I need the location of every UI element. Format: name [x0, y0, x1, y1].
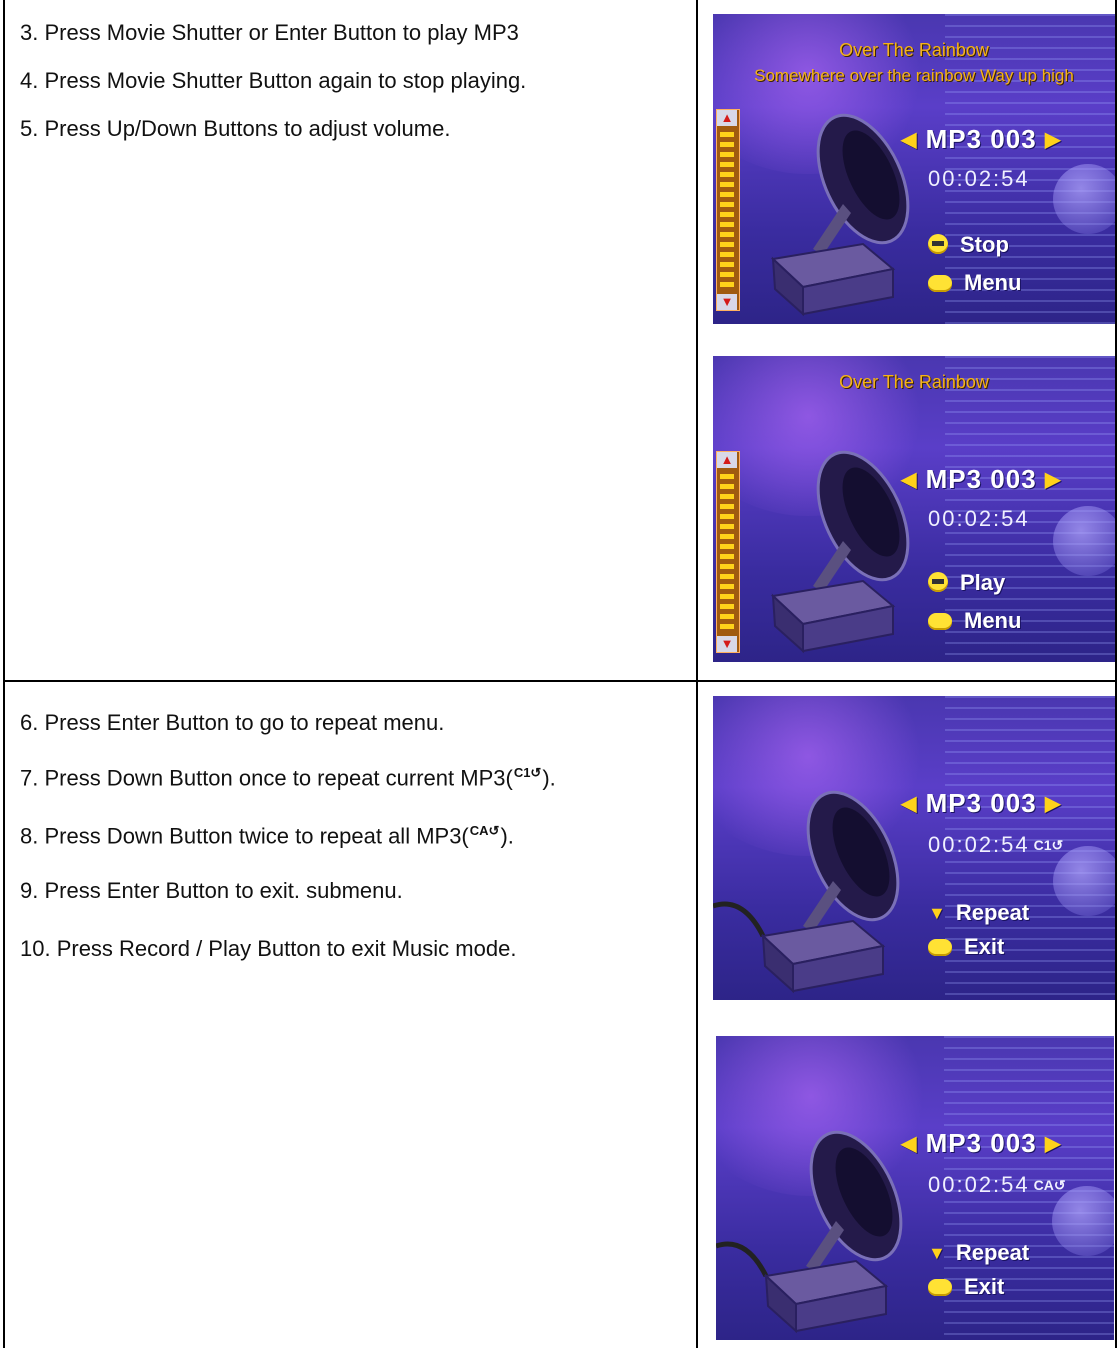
step-7-text-b: ).	[542, 765, 556, 791]
time-label: 00:02:54	[928, 832, 1030, 857]
track-name: ◀ MP3 003 ▶	[901, 124, 1061, 155]
exit-hint: Exit	[928, 1274, 1004, 1300]
play-time: 00:02:54	[928, 506, 1034, 532]
enter-button-icon	[928, 275, 952, 292]
stop-hint: Stop	[928, 232, 1009, 258]
next-track-icon[interactable]: ▶	[1045, 129, 1061, 151]
track-name: ◀ MP3 003 ▶	[901, 788, 1061, 819]
play-hint: Play	[928, 570, 1005, 596]
step-8-text-b: ).	[500, 823, 514, 849]
hint-label: Menu	[964, 608, 1022, 633]
song-title: Over The Rainbow	[839, 372, 989, 392]
gramophone-icon	[770, 450, 910, 654]
repeat-hint: ▼ Repeat	[928, 1240, 1029, 1266]
time-label: 00:02:54	[928, 506, 1030, 531]
down-triangle-icon: ▼	[928, 903, 946, 923]
step-6-text: 6. Press Enter Button to go to repeat me…	[20, 710, 445, 735]
table-left-border	[3, 0, 5, 1348]
mp3-screen-playing: Over The Rainbow Somewhere over the rain…	[713, 14, 1115, 324]
gramophone-icon	[713, 790, 900, 994]
volume-up-icon: ▲	[717, 452, 737, 468]
enter-button-icon	[928, 613, 952, 630]
play-time: 00:02:54 CA↺	[928, 1172, 1066, 1198]
hint-label: Play	[960, 570, 1006, 595]
shutter-button-icon	[928, 234, 948, 254]
gramophone-icon	[770, 113, 910, 317]
step-4-text: 4. Press Movie Shutter Button again to s…	[20, 68, 527, 93]
next-track-icon[interactable]: ▶	[1045, 1133, 1061, 1155]
prev-track-icon[interactable]: ◀	[901, 129, 917, 151]
step-8-text-a: 8. Press Down Button twice to repeat all…	[20, 823, 469, 849]
repeat-one-icon: C1↺	[1033, 837, 1064, 853]
menu-hint: Menu	[928, 270, 1021, 296]
next-track-icon[interactable]: ▶	[1045, 469, 1061, 491]
gramophone-icon	[716, 1130, 903, 1334]
shutter-button-icon	[928, 572, 948, 592]
time-label: 00:02:54	[928, 1172, 1030, 1197]
step-10-text: 10. Press Record / Play Button to exit M…	[20, 936, 517, 961]
enter-button-icon	[928, 1279, 952, 1296]
track-label: MP3 003	[925, 464, 1037, 494]
volume-down-icon: ▼	[717, 294, 737, 310]
step-3-text: 3. Press Movie Shutter or Enter Button t…	[20, 20, 519, 45]
time-label: 00:02:54	[928, 166, 1030, 191]
volume-up-icon: ▲	[717, 110, 737, 126]
enter-button-icon	[928, 939, 952, 956]
hint-label: Exit	[964, 1274, 1005, 1299]
table-row-divider	[3, 680, 1117, 682]
track-label: MP3 003	[925, 124, 1037, 154]
track-label: MP3 003	[925, 788, 1037, 818]
play-time: 00:02:54	[928, 166, 1034, 192]
step-8-text: 8. Press Down Button twice to repeat all…	[20, 818, 514, 849]
repeat-all-icon: CA↺	[469, 823, 500, 838]
next-track-icon[interactable]: ▶	[1045, 793, 1061, 815]
prev-track-icon[interactable]: ◀	[901, 469, 917, 491]
prev-track-icon[interactable]: ◀	[901, 793, 917, 815]
play-time: 00:02:54 C1↺	[928, 832, 1063, 858]
step-7-text-a: 7. Press Down Button once to repeat curr…	[20, 765, 513, 791]
hint-label: Stop	[960, 232, 1009, 257]
hint-label: Repeat	[955, 1240, 1030, 1265]
exit-hint: Exit	[928, 934, 1004, 960]
repeat-hint: ▼ Repeat	[928, 900, 1029, 926]
volume-bar: ▲ ▼	[716, 109, 740, 311]
repeat-one-icon: C1↺	[513, 765, 542, 780]
track-label: MP3 003	[925, 1128, 1037, 1158]
hint-label: Menu	[964, 270, 1022, 295]
track-name: ◀ MP3 003 ▶	[901, 464, 1061, 495]
step-5-text: 5. Press Up/Down Buttons to adjust volum…	[20, 116, 451, 141]
mp3-screen-repeat-one: ◀ MP3 003 ▶ 00:02:54 C1↺ ▼ Repeat Exit	[713, 696, 1115, 1000]
hint-label: Repeat	[955, 900, 1030, 925]
menu-hint: Menu	[928, 608, 1021, 634]
repeat-all-icon: CA↺	[1033, 1177, 1066, 1193]
volume-down-icon: ▼	[717, 636, 737, 652]
down-triangle-icon: ▼	[928, 1243, 946, 1263]
song-lyric: Somewhere over the rainbow Way up high	[754, 66, 1074, 85]
table-right-border	[1115, 0, 1117, 1348]
mp3-screen-repeat-all: ◀ MP3 003 ▶ 00:02:54 CA↺ ▼ Repeat Exit	[716, 1036, 1114, 1340]
track-name: ◀ MP3 003 ▶	[901, 1128, 1061, 1159]
volume-bar: ▲ ▼	[716, 451, 740, 653]
hint-label: Exit	[964, 934, 1005, 959]
prev-track-icon[interactable]: ◀	[901, 1133, 917, 1155]
step-7-text: 7. Press Down Button once to repeat curr…	[20, 760, 556, 791]
song-title: Over The Rainbow	[839, 40, 989, 60]
step-9-text: 9. Press Enter Button to exit. submenu.	[20, 878, 403, 903]
mp3-screen-stopped: Over The Rainbow ▲ ▼ ◀ MP3 003 ▶ 00:02:5…	[713, 356, 1115, 662]
table-mid-divider	[696, 0, 698, 1348]
